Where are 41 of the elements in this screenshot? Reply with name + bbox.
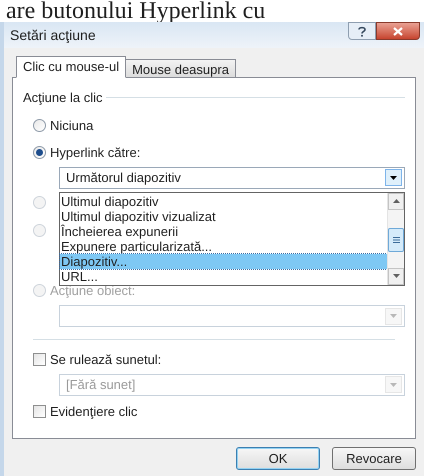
list-item[interactable]: Diapozitiv... [60,254,387,268]
list-item[interactable]: URL... [60,268,387,284]
tab[interactable]: Mouse deasupra [125,59,236,78]
caret-down-icon [390,176,397,180]
field-value: Următorul diapozitiv [66,168,181,187]
option-label: Niciuna [50,116,94,134]
radio-button[interactable] [33,196,46,209]
grip-icon [392,236,400,242]
dropdown-button[interactable] [385,169,402,186]
scroll-down-button[interactable] [388,268,404,284]
list-item[interactable]: Încheierea expunerii [60,224,387,238]
group-title: Acţiune la clic [23,89,102,107]
list-item[interactable]: Ultimul diapozitiv [60,194,387,208]
radio-button[interactable] [33,224,46,237]
dialog-button[interactable]: Revocare [332,447,416,470]
list-item[interactable]: Expunere particularizată... [60,238,387,254]
hyperlink-dropdown[interactable]: Următorul diapozitiv [59,166,405,188]
caret-up-icon [392,199,400,203]
scroll-up-button[interactable] [388,192,404,210]
close-icon [393,26,403,36]
option-label: Acţiune obiect: [50,282,136,300]
radio-button[interactable] [33,118,46,132]
checkbox[interactable] [33,404,46,418]
checkbox-label: Se rulează sunetul: [50,351,162,369]
help-button[interactable] [348,22,376,40]
caret-down-icon [390,382,397,386]
field-value: [Fără sunet] [66,376,136,394]
radio-button[interactable] [33,146,46,160]
window-title: Setări acţiune [10,26,96,45]
dialog-button[interactable]: OK [236,447,320,470]
document-text: are butonului Hyperlink cu [5,0,266,22]
scrollbar[interactable] [387,192,404,284]
scroll-thumb[interactable] [388,228,404,252]
option-label: Hyperlink către: [50,144,140,162]
help-icon [358,26,366,36]
caret-down-icon [390,314,397,318]
caret-down-icon [392,274,400,278]
tab[interactable]: Clic cu mouse-ul [16,56,126,78]
list-item[interactable]: Ultimul diapozitiv vizualizat [60,208,387,224]
checkbox-label: Evidenţiere clic [50,402,138,421]
close-button[interactable] [376,22,420,40]
